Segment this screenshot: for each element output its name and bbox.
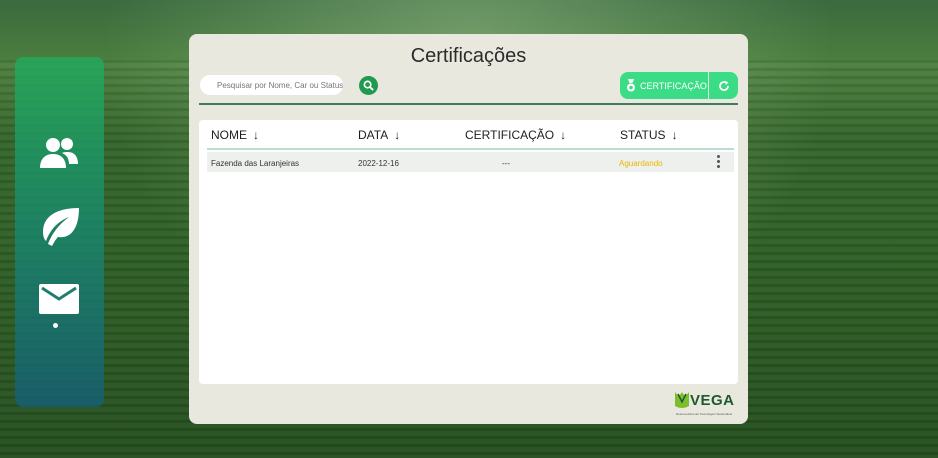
logo-tagline: Desenvolvimento Tecnológico Sustentável [676, 412, 733, 416]
status-badge: Aguardando [619, 159, 663, 168]
column-header-date[interactable]: DATA ↓ [358, 128, 400, 142]
cell-name: Fazenda das Laranjeiras [211, 159, 300, 168]
certification-button-label: CERTIFICAÇÃO [640, 80, 707, 91]
add-certification-button[interactable]: CERTIFICAÇÃO [620, 72, 708, 99]
sort-arrow-icon: ↓ [394, 128, 401, 142]
search-input[interactable] [200, 75, 343, 95]
column-header-certification-label: CERTIFICAÇÃO [465, 128, 555, 142]
toolbar-divider [199, 103, 738, 105]
column-header-status-label: STATUS [620, 128, 666, 142]
column-header-date-label: DATA [358, 128, 389, 142]
column-header-status[interactable]: STATUS ↓ [620, 128, 678, 142]
refresh-icon [718, 80, 729, 91]
sort-arrow-icon: ↓ [560, 128, 567, 142]
vega-logo-mark [675, 392, 689, 408]
sidebar [15, 57, 104, 407]
cell-date: 2022-12-16 [358, 159, 399, 168]
column-header-name-label: NOME [211, 128, 247, 142]
search-icon [363, 80, 374, 91]
users-icon [40, 138, 78, 168]
header-underline [207, 148, 734, 150]
sort-arrow-icon: ↓ [253, 128, 259, 142]
search-button[interactable] [359, 76, 378, 95]
sidebar-item-leaf[interactable] [37, 205, 81, 249]
active-indicator-dot [53, 323, 58, 328]
mail-icon [39, 284, 79, 314]
kebab-menu-icon[interactable] [717, 155, 721, 168]
column-header-name[interactable]: NOME ↓ [211, 128, 259, 142]
refresh-button[interactable] [709, 72, 738, 99]
sidebar-item-mail[interactable] [37, 277, 81, 321]
leaf-icon [43, 208, 79, 246]
sidebar-item-users[interactable] [37, 131, 81, 175]
page-title: Certificações [410, 45, 527, 67]
logo-text: VEGA [690, 392, 735, 409]
cell-certification: --- [502, 159, 510, 168]
column-header-certification[interactable]: CERTIFICAÇÃO ↓ [465, 128, 566, 142]
certifications-panel: Certificações CERTIFICAÇÃO NOME ↓ [189, 34, 748, 424]
vega-logo: VEGA Desenvolvimento Tecnológico Sustent… [674, 389, 740, 419]
certifications-table: NOME ↓ DATA ↓ CERTIFICAÇÃO ↓ STATUS ↓ Fa… [199, 120, 738, 384]
medal-icon [626, 79, 636, 92]
table-row[interactable]: Fazenda das Laranjeiras 2022-12-16 --- A… [207, 152, 734, 172]
sort-arrow-icon: ↓ [671, 128, 678, 142]
